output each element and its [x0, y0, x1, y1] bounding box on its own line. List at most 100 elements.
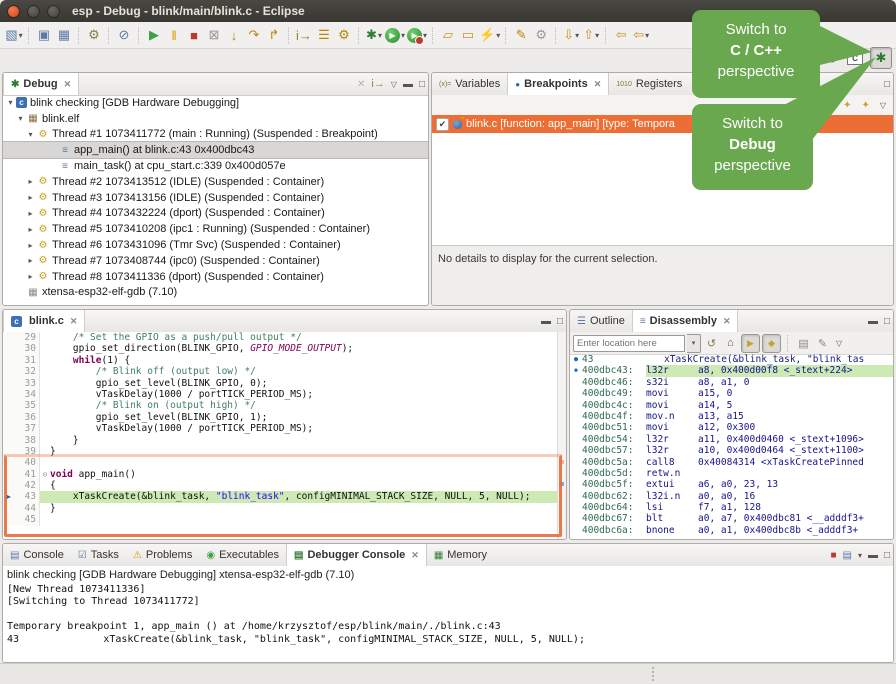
debug-tree-item[interactable]: ▸⚙Thread #4 1073432224 (dport) (Suspende…	[3, 206, 428, 222]
breakpoint-row[interactable]: ✔ blink.c [function: app_main] [type: Te…	[432, 115, 893, 133]
add-breakpoint-icon[interactable]: ✦	[843, 100, 851, 111]
save-button[interactable]: ▣	[35, 26, 53, 45]
tab-console[interactable]: ▤Console	[3, 544, 71, 566]
disassembly-row[interactable]: 400dbc4f:mov.na13, a15	[570, 411, 893, 422]
debug-tree-item[interactable]: ▾⚙Thread #1 1073411772 (main : Running) …	[3, 127, 428, 143]
close-icon[interactable]: ✕	[723, 316, 731, 327]
new-wizard-button[interactable]: ▧▾	[5, 26, 23, 45]
tab-debugger-console[interactable]: ▤Debugger Console✕	[286, 544, 427, 566]
window-minimize-button[interactable]	[27, 5, 40, 18]
view-menu-icon[interactable]: ▽	[836, 339, 842, 348]
maximize-icon[interactable]: □	[884, 316, 890, 327]
display-console-icon[interactable]: ▤	[842, 550, 851, 561]
debug-tree-item[interactable]: ▸⚙Thread #2 1073413512 (IDLE) (Suspended…	[3, 174, 428, 190]
disassembly-row[interactable]: 400dbc62:l32i.na0, a0, 16	[570, 491, 893, 502]
maximize-icon[interactable]: □	[884, 79, 890, 90]
tab-tasks[interactable]: ☑Tasks	[71, 544, 126, 566]
tab-problems[interactable]: ⚠Problems	[126, 544, 199, 566]
disassembly-row[interactable]: 400dbc5d:retw.n	[570, 468, 893, 479]
minimize-icon[interactable]: ▬	[868, 550, 878, 561]
debug-tree-item[interactable]: ▦xtensa-esp32-elf-gdb (7.10)	[3, 285, 428, 301]
breakpoint-checkbox[interactable]: ✔	[436, 118, 449, 131]
tab-executables[interactable]: ◉Executables	[199, 544, 286, 566]
dropdown-arrow-icon[interactable]: ▾	[19, 31, 23, 40]
disassembly-row[interactable]: 400dbc5a:call80x40084314 <xTaskCreatePin…	[570, 457, 893, 468]
close-icon[interactable]: ✕	[70, 316, 78, 327]
code-line[interactable]: 31 while(1) {	[3, 355, 566, 366]
expander-icon[interactable]: ▾	[5, 98, 16, 107]
dropdown-arrow-icon[interactable]: ▾	[645, 31, 649, 40]
dropdown-arrow-icon[interactable]: ▾	[575, 31, 579, 40]
code-line[interactable]: 29 /* Set the GPIO as a push/pull output…	[3, 332, 566, 343]
open-new-view-icon[interactable]: ▤	[795, 335, 812, 352]
tab-blink-c[interactable]: c blink.c ✕	[3, 310, 85, 332]
debug-tree-item[interactable]: ▾▦blink.elf	[3, 111, 428, 127]
expander-icon[interactable]: ▸	[25, 256, 36, 265]
settings-gears-button[interactable]: ⚙	[532, 26, 550, 45]
cpp-perspective-button[interactable]: C	[845, 48, 865, 68]
step-into-button[interactable]: ↓	[225, 26, 243, 45]
code-line[interactable]: 32 /* Blink off (output low) */	[3, 366, 566, 377]
debug-config-folder-button[interactable]: ▱	[439, 26, 457, 45]
disassembly-source-row[interactable]: ●43xTaskCreate(&blink_task, "blink_tas	[570, 354, 893, 365]
disassembly-row[interactable]: 400dbc49:movia15, 0	[570, 388, 893, 399]
expander-icon[interactable]: ▸	[25, 177, 36, 186]
expander-icon[interactable]: ▾	[25, 130, 36, 139]
disassembly-row[interactable]: 400dbc67:blta0, a7, 0x400dbc81 <__adddf3…	[570, 513, 893, 524]
close-icon[interactable]: ✕	[411, 550, 419, 561]
track-execution-icon[interactable]: ▶	[741, 334, 760, 353]
terminate-icon[interactable]: ■	[830, 550, 836, 561]
fold-collapse-icon[interactable]: ⊖	[40, 469, 50, 480]
external-tools-button[interactable]: ▶▾	[407, 26, 427, 45]
dropdown-arrow-icon[interactable]: ▾	[496, 31, 500, 40]
instruction-stepping-button[interactable]: i→	[295, 26, 313, 45]
code-line[interactable]: 39}	[3, 446, 566, 457]
disassembly-row[interactable]: 400dbc4c:movia14, 5	[570, 400, 893, 411]
disassembly-row[interactable]: 400dbc51:movia12, 0x300	[570, 422, 893, 433]
window-close-button[interactable]	[7, 5, 20, 18]
open-folder-button[interactable]: ▭	[459, 26, 477, 45]
remove-all-terminated-icon[interactable]: ✕	[357, 79, 365, 90]
disassembly-row[interactable]: 400dbc57:l32ra10, 0x400d0464 <_stext+110…	[570, 445, 893, 456]
code-line[interactable]: 35 /* Blink on (output high) */	[3, 400, 566, 411]
instruction-stepping-mode-icon[interactable]: i→	[371, 78, 384, 90]
code-line[interactable]: 40	[3, 457, 566, 468]
sync-selection-icon[interactable]: ◆	[762, 334, 781, 353]
code-line[interactable]: 41⊖void app_main()	[3, 469, 566, 480]
debug-tree-item[interactable]: ▸⚙Thread #7 1073408744 (ipc0) (Suspended…	[3, 253, 428, 269]
code-line[interactable]: 33 gpio_set_level(BLINK_GPIO, 0);	[3, 378, 566, 389]
save-all-button[interactable]: ▦	[55, 26, 73, 45]
console-dropdown-icon[interactable]: ▾	[858, 551, 862, 560]
tab-disassembly[interactable]: ≡Disassembly✕	[632, 310, 739, 332]
disassembly-row[interactable]: 400dbc64:lsif7, a1, 128	[570, 502, 893, 513]
trace-control-button[interactable]: ⚙	[335, 26, 353, 45]
resume-button[interactable]: ▶	[145, 26, 163, 45]
minimize-icon[interactable]: ▬	[403, 79, 413, 90]
code-line[interactable]: 38 }	[3, 435, 566, 446]
instruction-pointer-icon[interactable]: ▶	[3, 491, 14, 502]
tab-variables[interactable]: (x)=Variables	[432, 73, 507, 95]
back-button[interactable]: ⇦▾	[632, 26, 650, 45]
expander-icon[interactable]: ▸	[25, 225, 36, 234]
location-dropdown-icon[interactable]: ▾	[687, 334, 701, 353]
view-menu-icon[interactable]: ▽	[391, 80, 397, 89]
disassembly-row[interactable]: 400dbc54:l32ra11, 0x400d0460 <_stext+109…	[570, 434, 893, 445]
code-line[interactable]: 34 vTaskDelay(1000 / portTICK_PERIOD_MS)…	[3, 389, 566, 400]
maximize-icon[interactable]: □	[557, 316, 563, 327]
code-line[interactable]: 30 gpio_set_direction(BLINK_GPIO, GPIO_M…	[3, 343, 566, 354]
debug-tree-item[interactable]: ≡main_task() at cpu_start.c:339 0x400d05…	[3, 158, 428, 174]
expander-icon[interactable]: ▸	[25, 272, 36, 281]
minimize-icon[interactable]: ▬	[541, 316, 551, 327]
debug-view-options-button[interactable]: ☰	[315, 26, 333, 45]
debug-button[interactable]: ✱▾	[365, 26, 383, 45]
code-line[interactable]: 42{	[3, 480, 566, 491]
debug-tree-item[interactable]: ▸⚙Thread #8 1073411336 (dport) (Suspende…	[3, 269, 428, 285]
view-menu-icon[interactable]: ▽	[880, 101, 886, 110]
maximize-icon[interactable]: □	[884, 550, 890, 561]
location-input[interactable]	[573, 335, 685, 352]
code-line[interactable]: 37 vTaskDelay(1000 / portTICK_PERIOD_MS)…	[3, 423, 566, 434]
expander-icon[interactable]: ▸	[25, 209, 36, 218]
debug-tree-item[interactable]: ▸⚙Thread #3 1073413156 (IDLE) (Suspended…	[3, 190, 428, 206]
fetch-down-button[interactable]: ⇩▾	[562, 26, 580, 45]
run-button[interactable]: ▶▾	[385, 26, 405, 45]
